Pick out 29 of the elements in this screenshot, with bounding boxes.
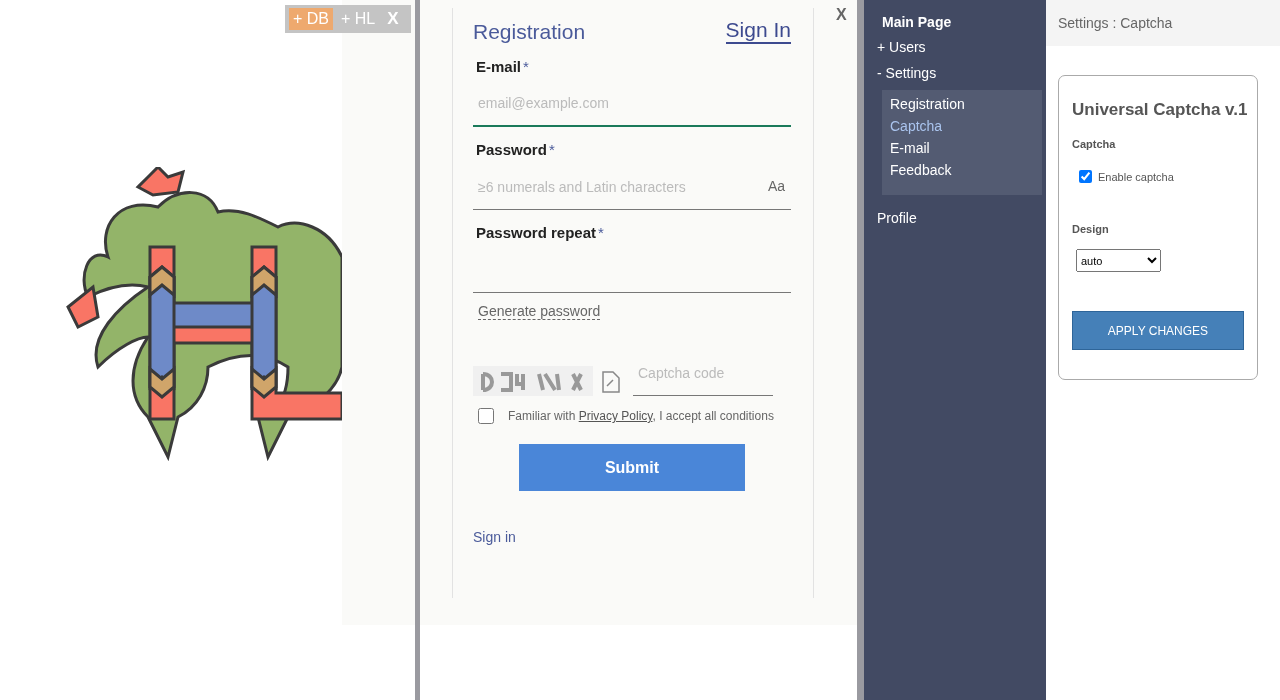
enable-captcha-checkbox[interactable] [1079,170,1092,183]
checkbox-label: Enable captcha [1098,170,1174,183]
close-button[interactable]: X [836,6,847,24]
input-field[interactable]: email@example.com [473,81,791,127]
sign-in-tab-link[interactable]: Sign In [725,18,791,44]
captcha-field[interactable]: Captcha code [633,350,773,396]
sign-in-link[interactable]: Sign in [473,529,516,545]
field-label: Password* [476,141,556,158]
consent-checkbox[interactable] [478,408,494,424]
form-title: Registration [473,20,586,44]
sidebar-subitem[interactable]: Feedback [882,159,1042,181]
breadcrumb: Settings : Captcha [1058,15,1173,31]
consent-text: Familiar with Privacy Policy, I accept all conditions [508,409,774,423]
section-label: Design [1072,223,1110,235]
field-label: Password repeat* [476,224,605,241]
sidebar-subitem[interactable]: E-mail [882,137,1042,159]
field-label: E-mail* [476,58,530,75]
sidebar-item[interactable]: Profile [864,205,1046,231]
sidebar-item[interactable]: Main Page [864,14,1046,34]
sidebar-subitem[interactable]: Captcha [882,115,1042,137]
show-password-toggle[interactable]: Aa [767,178,785,194]
design-select[interactable]: auto [1076,249,1161,272]
sidebar-item[interactable]: - Settings [864,60,1046,86]
section-label: Captcha [1072,138,1117,150]
sidebar-item[interactable]: + Users [864,34,1046,60]
submit-button[interactable]: Submit [519,444,745,491]
apply-changes-button[interactable]: APPLY CHANGES [1072,311,1244,350]
sidebar-subitem[interactable]: Registration [882,93,1042,115]
generate-password-link[interactable]: Generate password [478,303,601,320]
